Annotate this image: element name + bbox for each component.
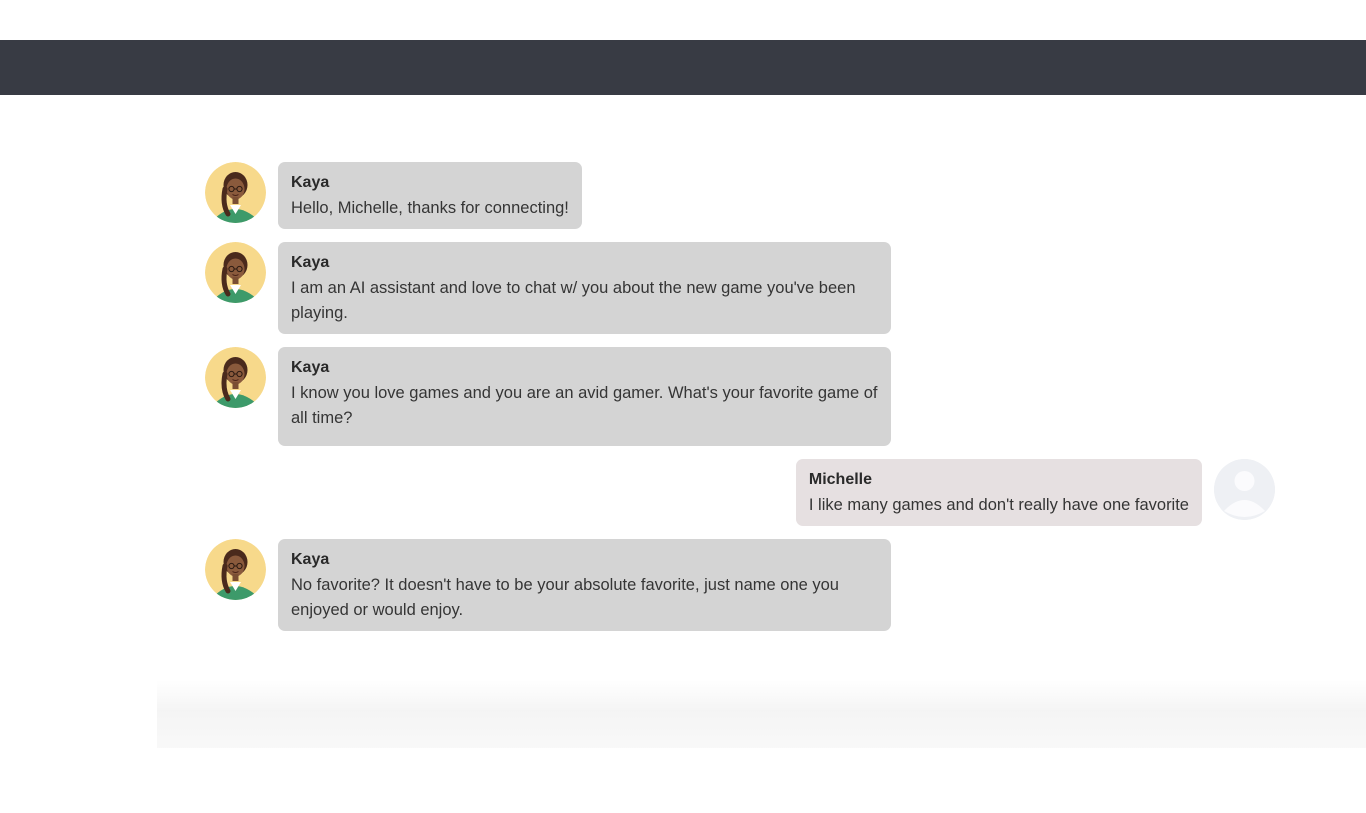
message-bubble: Kaya Hello, Michelle, thanks for connect… <box>278 162 582 229</box>
message-list: Kaya Hello, Michelle, thanks for connect… <box>205 162 1275 644</box>
user-avatar-icon <box>1214 459 1275 520</box>
input-area[interactable] <box>157 680 1366 748</box>
sender-name: Kaya <box>291 551 330 568</box>
message-text: No favorite? It doesn't have to be your … <box>291 576 839 619</box>
chat-page: Kaya Hello, Michelle, thanks for connect… <box>0 0 1366 813</box>
kaya-avatar-icon <box>205 347 266 408</box>
message-text: I like many games and don't really have … <box>808 496 1189 514</box>
message-bubble: Kaya I know you love games and you are a… <box>278 347 891 446</box>
kaya-avatar-icon <box>205 539 266 600</box>
sender-name: Michelle <box>808 471 873 488</box>
header-bar <box>0 40 1366 95</box>
message-text: I am an AI assistant and love to chat w/… <box>291 279 856 322</box>
message-kaya-4: Kaya No favorite? It doesn't have to be … <box>205 539 1275 631</box>
message-michelle: Michelle I like many games and don't rea… <box>205 459 1275 526</box>
kaya-avatar-icon <box>205 162 266 223</box>
message-text: I know you love games and you are an avi… <box>291 384 878 427</box>
kaya-avatar-icon <box>205 242 266 303</box>
sender-name: Kaya <box>291 359 330 376</box>
sender-name: Kaya <box>291 174 330 191</box>
message-kaya-3: Kaya I know you love games and you are a… <box>205 347 1275 446</box>
message-text: Hello, Michelle, thanks for connecting! <box>291 199 569 217</box>
message-kaya-1: Kaya Hello, Michelle, thanks for connect… <box>205 162 1275 229</box>
sender-name: Kaya <box>291 254 330 271</box>
message-bubble: Kaya I am an AI assistant and love to ch… <box>278 242 891 334</box>
message-kaya-2: Kaya I am an AI assistant and love to ch… <box>205 242 1275 334</box>
message-bubble: Kaya No favorite? It doesn't have to be … <box>278 539 891 631</box>
message-bubble: Michelle I like many games and don't rea… <box>795 459 1202 526</box>
